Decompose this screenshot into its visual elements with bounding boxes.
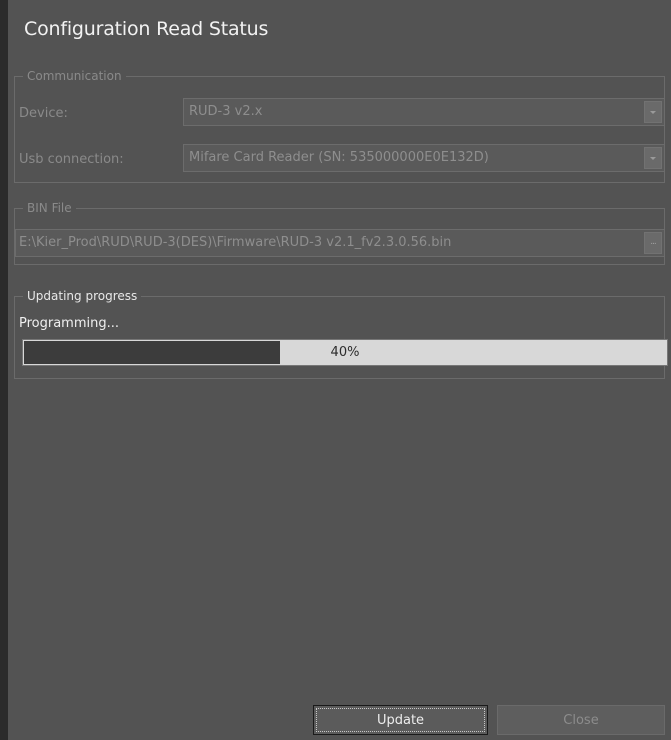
- dialog-window: Configuration Read Status Communication …: [8, 0, 671, 740]
- device-value: RUD-3 v2.x: [189, 104, 263, 119]
- device-combo[interactable]: RUD-3 v2.x: [183, 98, 665, 126]
- device-label: Device:: [19, 106, 68, 121]
- close-button[interactable]: Close: [497, 705, 665, 735]
- usb-connection-label: Usb connection:: [19, 152, 124, 167]
- communication-group: Communication Device: RUD-3 v2.x Usb con…: [14, 68, 665, 183]
- update-button[interactable]: Update: [313, 705, 488, 735]
- progress-bar: 40%: [22, 339, 668, 366]
- usb-connection-dropdown-button[interactable]: [644, 147, 662, 169]
- bin-file-legend: BIN File: [23, 200, 76, 216]
- updating-progress-legend: Updating progress: [23, 288, 142, 304]
- communication-legend: Communication: [23, 68, 126, 84]
- updating-progress-group: Updating progress Programming... 40%: [14, 288, 668, 379]
- usb-connection-combo[interactable]: Mifare Card Reader (SN: 535000000E0E132D…: [183, 144, 665, 172]
- progress-status: Programming...: [19, 316, 120, 331]
- dialog-title: Configuration Read Status: [24, 18, 269, 40]
- bin-file-browse-button[interactable]: ...: [644, 232, 662, 254]
- chevron-down-icon: [650, 157, 656, 160]
- progress-percent: 40%: [330, 345, 360, 360]
- chevron-down-icon: [650, 111, 656, 114]
- bin-file-path: E:\Kier_Prod\RUD\RUD-3(DES)\Firmware\RUD…: [19, 235, 452, 250]
- ellipsis-icon: ...: [650, 237, 657, 247]
- bin-file-group: BIN File E:\Kier_Prod\RUD\RUD-3(DES)\Fir…: [14, 200, 665, 265]
- bin-file-path-field[interactable]: E:\Kier_Prod\RUD\RUD-3(DES)\Firmware\RUD…: [15, 229, 665, 257]
- usb-connection-value: Mifare Card Reader (SN: 535000000E0E132D…: [189, 150, 489, 165]
- device-dropdown-button[interactable]: [644, 101, 662, 123]
